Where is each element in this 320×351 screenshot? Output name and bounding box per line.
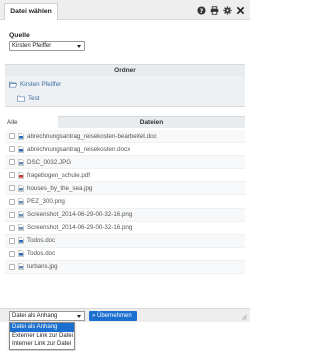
close-icon[interactable] (236, 6, 245, 15)
file-checkbox[interactable] (9, 198, 15, 205)
file-row[interactable]: abrechnungsantrag_reisekosten-bearbeitet… (5, 130, 245, 144)
pdf-file-icon (18, 171, 24, 179)
file-row[interactable]: fragebogen_schule.pdf (5, 169, 245, 183)
file-name: Todos.doc (27, 237, 56, 245)
file-checkbox[interactable] (9, 133, 15, 140)
footer-bar: Datei als Anhang » Übernehmen (0, 308, 250, 322)
image-file-icon (18, 263, 24, 271)
uebernehmen-button[interactable]: » Übernehmen (89, 311, 137, 321)
image-file-icon (18, 198, 24, 205)
folder-item-kirsten-pfeiffer[interactable]: Kirsten Pfeiffer (9, 81, 61, 88)
file-checkbox[interactable] (9, 224, 15, 231)
chevron-down-icon (77, 45, 81, 48)
file-name: Screenshot_2014-06-29-00-32-16.png (27, 211, 133, 219)
file-row[interactable]: turbans.jpg (5, 260, 245, 275)
file-name: PEZ_300.png (27, 198, 65, 206)
file-checkbox[interactable] (9, 146, 15, 153)
folder-label: Test (28, 95, 40, 102)
svg-text:?: ? (200, 7, 204, 14)
dropdown-option[interactable]: Datei als Anhang (10, 323, 74, 332)
file-checkbox[interactable] (9, 185, 15, 192)
file-name: DSC_0032.JPG (27, 158, 72, 166)
file-checkbox[interactable] (9, 172, 15, 179)
folder-label: Kirsten Pfeiffer (20, 81, 62, 88)
file-checkbox[interactable] (9, 211, 15, 218)
file-list: abrechnungsantrag_reisekosten-bearbeitet… (5, 130, 245, 275)
titlebar-icons: ? (197, 5, 245, 15)
file-chooser-dialog: Datei wählen ? Quelle Kirsten Pfeiffer O… (0, 0, 250, 351)
document-file-icon (18, 145, 24, 153)
file-name: fragebogen_schule.pdf (27, 171, 90, 179)
dropdown-option[interactable]: Externer Link zur Datei (10, 332, 74, 341)
file-checkbox[interactable] (9, 263, 15, 270)
file-name: abrechnungsantrag_reisekosten.docx (27, 145, 131, 153)
quelle-label: Quelle (9, 32, 30, 39)
file-row[interactable]: Screenshot_2014-06-29-00-32-16.png (5, 208, 245, 222)
insert-mode-value: Datei als Anhang (12, 313, 58, 319)
file-checkbox[interactable] (9, 159, 15, 166)
help-icon[interactable]: ? (197, 5, 206, 15)
image-file-icon (18, 158, 24, 166)
title-bar: Datei wählen ? (0, 0, 250, 20)
file-name: Todos.doc (27, 250, 56, 258)
file-row[interactable]: houses_by_the_sea.jpg (5, 182, 245, 196)
resize-grip-icon[interactable] (241, 314, 247, 320)
file-name: turbans.jpg (27, 263, 58, 271)
chevron-down-icon (77, 315, 81, 318)
file-row[interactable]: Screenshot_2014-06-29-00-32-16.png (5, 222, 245, 235)
file-row[interactable]: PEZ_300.png (5, 195, 245, 209)
file-checkbox[interactable] (9, 237, 15, 244)
document-file-icon (18, 250, 24, 258)
image-file-icon (18, 224, 24, 232)
folder-tree: Kirsten Pfeiffer Test (5, 76, 245, 107)
image-file-icon (18, 211, 24, 218)
settings-icon[interactable] (223, 5, 232, 15)
dateien-header: Dateien (58, 116, 245, 128)
file-row[interactable]: abrechnungsantrag_reisekosten.docx (5, 143, 245, 157)
file-row[interactable]: DSC_0032.JPG (5, 156, 245, 170)
file-row[interactable]: Todos.doc (5, 234, 245, 248)
folder-item-test[interactable]: Test (17, 95, 40, 102)
insert-mode-dropdown: Datei als Anhang Externer Link zur Datei I… (9, 322, 75, 350)
file-name: Screenshot_2014-06-29-00-32-16.png (27, 224, 133, 232)
print-icon[interactable] (210, 5, 219, 15)
file-name: houses_by_the_sea.jpg (27, 184, 93, 192)
file-checkbox[interactable] (9, 250, 15, 257)
image-file-icon (18, 185, 24, 192)
file-row[interactable]: Todos.doc (5, 248, 245, 261)
insert-mode-select[interactable]: Datei als Anhang (9, 311, 85, 321)
dropdown-option[interactable]: Interner Link zur Datei (10, 340, 74, 349)
folder-open-icon (9, 81, 17, 88)
quelle-selected-value: Kirsten Pfeiffer (12, 43, 52, 49)
document-file-icon (18, 237, 24, 245)
tab-datei-waehlen[interactable]: Datei wählen (4, 3, 58, 20)
ordner-header: Ordner (5, 64, 245, 76)
quelle-select[interactable]: Kirsten Pfeiffer (9, 41, 85, 51)
file-name: abrechnungsantrag_reisekosten-bearbeitet… (27, 132, 157, 140)
folder-icon (17, 95, 25, 102)
filter-all-link[interactable]: Alle (7, 119, 18, 126)
document-file-icon (18, 132, 24, 140)
